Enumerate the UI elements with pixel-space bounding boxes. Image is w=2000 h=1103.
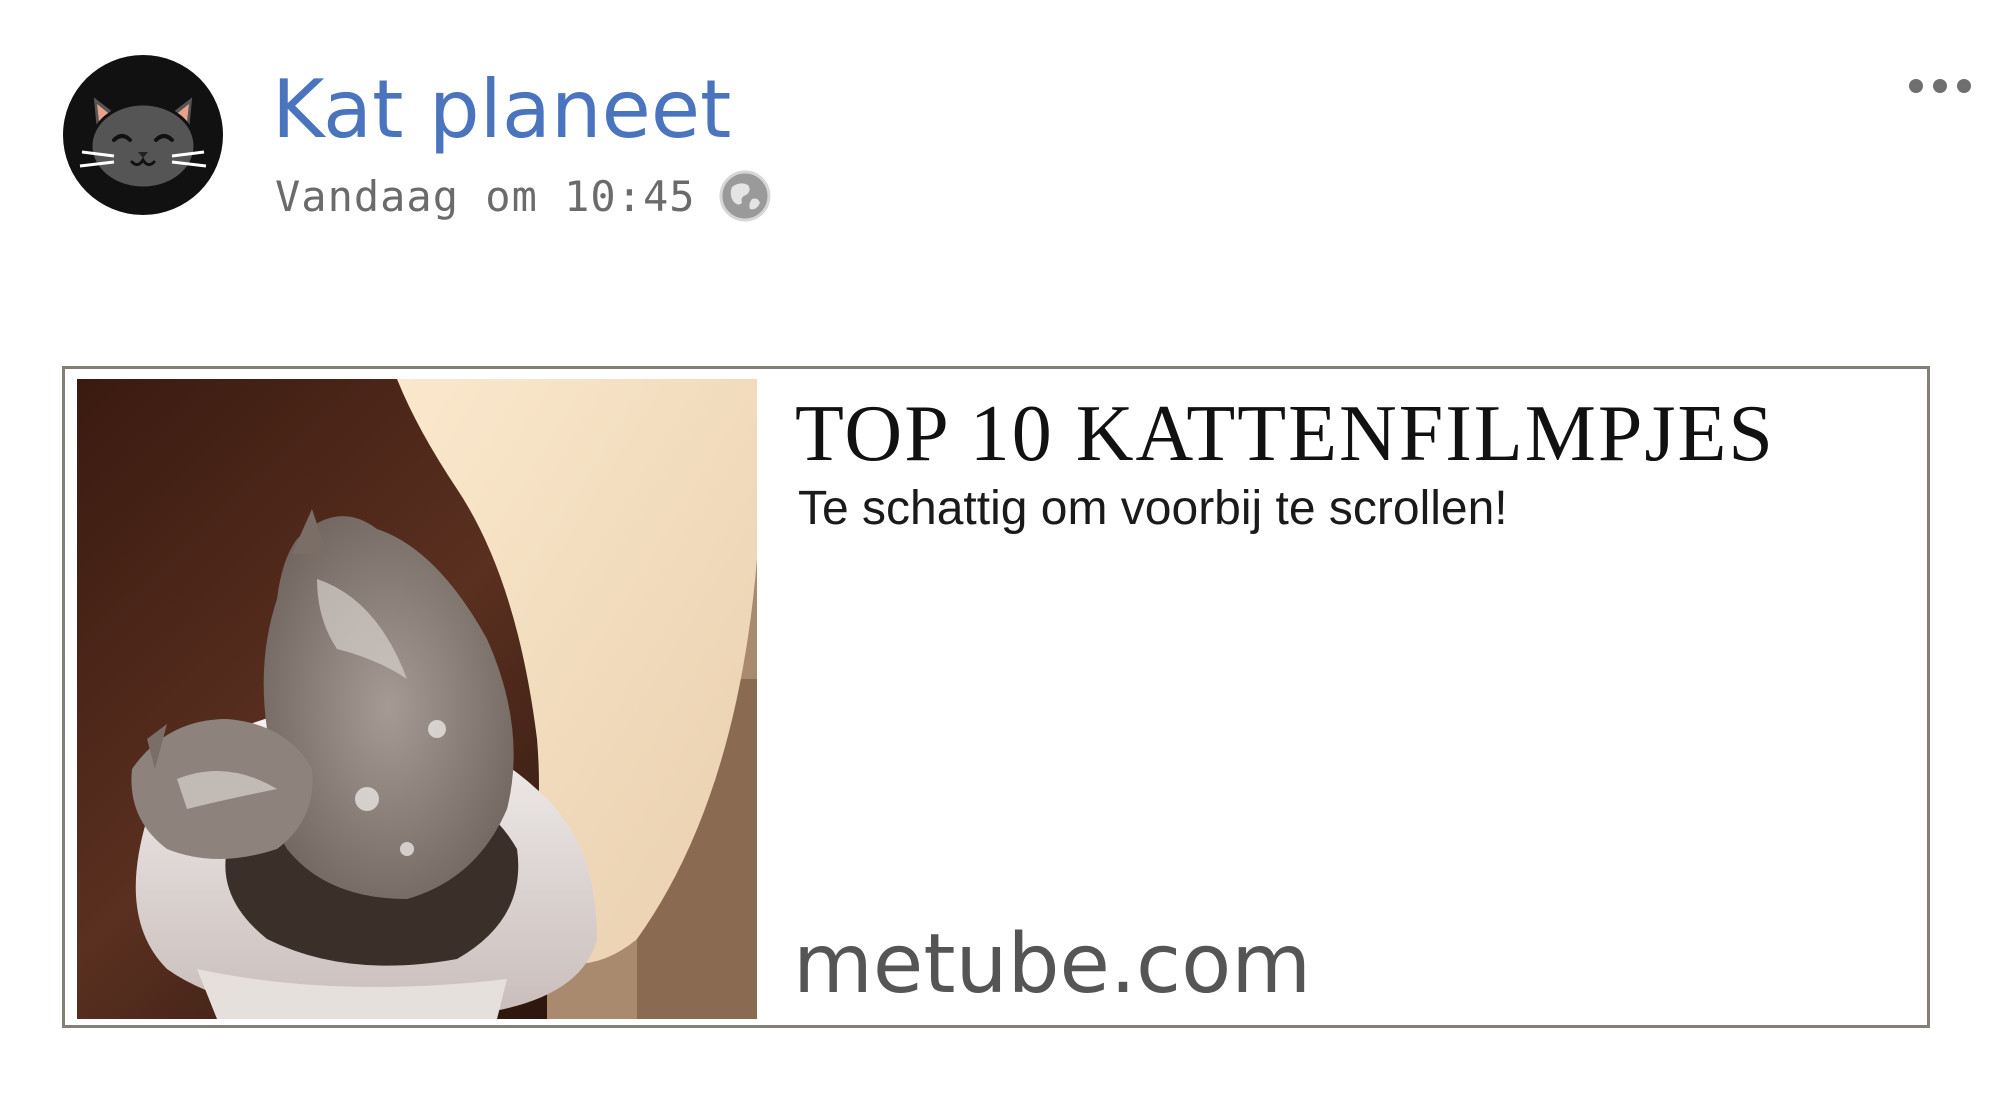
cat-in-toilet-photo <box>77 379 757 1019</box>
page-avatar[interactable] <box>62 54 224 216</box>
post-meta: Vandaag om 10:45 <box>275 166 772 226</box>
link-preview-card[interactable]: TOP 10 KATTENFILMPJES Te schattig om voo… <box>62 366 1930 1028</box>
link-title[interactable]: TOP 10 KATTENFILMPJES <box>795 389 1775 479</box>
post-timestamp[interactable]: Vandaag om 10:45 <box>275 172 696 221</box>
social-post: Kat planeet Vandaag om 10:45 TOP 10 KATT… <box>0 0 2000 1103</box>
link-preview-image[interactable] <box>77 379 757 1019</box>
page-name-link[interactable]: Kat planeet <box>272 62 731 158</box>
cat-face-icon <box>63 55 223 215</box>
more-options-icon[interactable] <box>1905 70 1975 102</box>
globe-icon[interactable] <box>718 169 772 223</box>
link-subtitle: Te schattig om voorbij te scrollen! <box>798 482 1508 535</box>
link-domain[interactable]: metube.com <box>793 917 1311 1013</box>
